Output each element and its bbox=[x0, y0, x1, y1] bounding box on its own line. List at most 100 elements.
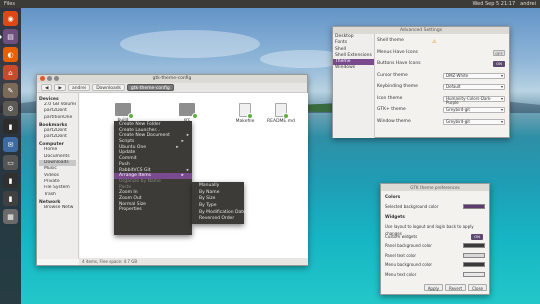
window-title-bar[interactable]: gtk-theme-config bbox=[37, 75, 307, 83]
setting-label: Icon theme bbox=[377, 95, 403, 101]
store-icon[interactable]: ⌂ bbox=[3, 65, 18, 80]
close-icon[interactable] bbox=[40, 76, 45, 81]
sync-status-icon bbox=[128, 113, 134, 119]
menu-item-label: Properties bbox=[119, 207, 142, 213]
chevron-right-icon: ▸ bbox=[181, 139, 184, 145]
breadcrumb-current[interactable]: gtk-theme-config bbox=[126, 84, 174, 91]
color-swatch-button[interactable] bbox=[463, 262, 485, 267]
file-item[interactable]: src bbox=[172, 103, 202, 123]
setting-toggle[interactable]: ON bbox=[493, 61, 505, 67]
pref-label: Menu text color bbox=[385, 271, 417, 277]
breadcrumb-home[interactable]: andrei bbox=[67, 84, 91, 91]
mail-icon[interactable]: ✉ bbox=[3, 137, 18, 152]
active-app-title: Files bbox=[4, 1, 15, 7]
system-icon[interactable]: ▦ bbox=[3, 209, 18, 224]
custom-widgets-toggle[interactable]: ON bbox=[471, 233, 483, 240]
clock-indicator[interactable]: Wed Sep 5 21:17 bbox=[472, 1, 515, 7]
menu-item-label: Scripts bbox=[119, 139, 135, 145]
setting-label: Shell theme bbox=[377, 38, 404, 43]
setting-dropdown[interactable]: DMZ-White bbox=[443, 72, 505, 79]
sidebar-item[interactable]: Browse Netw bbox=[39, 205, 76, 211]
settings-row: Icon theme Humanity-Colors-Dark-Purple bbox=[377, 95, 509, 105]
text-editor-icon[interactable]: ✎ bbox=[3, 83, 18, 98]
apply-button[interactable]: Apply bbox=[423, 284, 443, 291]
sidebar-item[interactable]: part2Dont bbox=[39, 134, 76, 140]
launcher: ◉ ▤ ◐ ⌂ ✎ ⚙ ▮ ✉ ▭ ▮ ▮ ▦ bbox=[0, 8, 21, 304]
menu-item-label: Create Launcher... bbox=[119, 127, 161, 133]
firefox-icon[interactable]: ◐ bbox=[3, 47, 18, 62]
ubuntu-icon[interactable]: ◉ bbox=[3, 11, 18, 26]
pref-row: Panel background color bbox=[385, 242, 487, 249]
sidebar-item[interactable]: partitionOne bbox=[39, 115, 76, 121]
document-icon bbox=[239, 103, 253, 119]
setting-label: Window theme bbox=[377, 118, 411, 124]
folder-icon bbox=[179, 103, 198, 119]
file-name: README.md bbox=[267, 119, 295, 124]
user-indicator[interactable]: andrei bbox=[520, 1, 536, 7]
window-title[interactable]: Advanced Settings bbox=[333, 27, 509, 34]
sidebar-item[interactable]: Trash bbox=[39, 192, 76, 198]
pref-row: Menu text color bbox=[385, 271, 487, 278]
setting-toggle[interactable]: OFF bbox=[493, 49, 505, 56]
breadcrumb-downloads[interactable]: Downloads bbox=[92, 84, 125, 91]
arrange-items-submenu: Manually By Name By Size By Type By Modifica… bbox=[192, 182, 246, 224]
folder-icon bbox=[115, 103, 134, 119]
sync-status-icon bbox=[192, 113, 198, 119]
file-name: Makefile bbox=[235, 119, 255, 124]
submenu-item[interactable]: Manually bbox=[192, 183, 244, 190]
pref-row: Menu background color bbox=[385, 261, 487, 268]
color-swatch-button[interactable] bbox=[463, 252, 485, 258]
cloud bbox=[120, 30, 260, 58]
terminal-icon[interactable]: ▮ bbox=[3, 191, 18, 206]
pref-row: Selected background color bbox=[385, 203, 487, 210]
gtk-theme-preferences-window: GTK theme preferences Apply Revert Close C… bbox=[380, 183, 490, 295]
pref-label: Custom widgets bbox=[385, 233, 418, 239]
color-swatch-button[interactable] bbox=[463, 204, 485, 209]
menu-item-label: Zoom In bbox=[119, 190, 138, 196]
maximize-icon[interactable] bbox=[54, 76, 59, 81]
setting-dropdown[interactable]: Greybird-git bbox=[443, 118, 505, 125]
pref-row: Use layout to logout and login back to a… bbox=[385, 223, 487, 236]
advanced-settings-window: Advanced Settings Desktop Fonts Shell Shell… bbox=[332, 26, 510, 138]
settings-row: GTK+ theme Greybird-git bbox=[377, 106, 509, 114]
pref-row: Panel text color bbox=[385, 252, 487, 259]
minimize-icon[interactable] bbox=[47, 76, 52, 81]
close-button[interactable]: Close bbox=[468, 284, 487, 291]
settings-row: Shell theme ⚠ bbox=[377, 37, 509, 45]
submenu-item[interactable]: Reversed Order bbox=[192, 216, 244, 223]
pref-section-header: Widgets bbox=[385, 215, 405, 220]
file-item[interactable]: build bbox=[108, 103, 138, 123]
window-title[interactable]: GTK theme preferences bbox=[381, 184, 489, 191]
revert-button[interactable]: Revert bbox=[444, 284, 467, 291]
settings-row: Cursor theme DMZ-White bbox=[377, 72, 509, 80]
chevron-right-icon: ▸ bbox=[186, 133, 189, 139]
setting-dropdown[interactable]: Humanity-Colors-Dark-Purple bbox=[443, 95, 505, 105]
context-menu: Create New Folder Create Launcher... Creat… bbox=[114, 121, 192, 235]
menu-item-label: Commit bbox=[119, 156, 137, 162]
submenu-item[interactable]: By Type bbox=[192, 203, 244, 210]
terminal-icon[interactable]: ▮ bbox=[3, 173, 18, 188]
terminal-icon[interactable]: ▮ bbox=[3, 119, 18, 134]
menu-item-label: Arrange Items bbox=[119, 173, 151, 179]
setting-dropdown[interactable]: Greybird-git bbox=[443, 107, 505, 113]
forward-button[interactable]: ▶ bbox=[54, 84, 66, 91]
settings-category[interactable]: Windows bbox=[333, 65, 374, 71]
color-swatch-button[interactable] bbox=[463, 243, 485, 248]
chevron-right-icon: ▸ bbox=[186, 167, 189, 173]
location-toolbar: ◀ ▶ andrei Downloads gtk-theme-config bbox=[37, 83, 307, 93]
monitor-icon[interactable]: ▭ bbox=[3, 155, 18, 170]
pref-label: Panel text color bbox=[385, 252, 417, 258]
color-swatch-button[interactable] bbox=[463, 271, 485, 277]
settings-row: Buttons Have Icons ON bbox=[377, 60, 509, 68]
setting-dropdown[interactable]: Default bbox=[443, 84, 505, 90]
menu-item-label: RabbitVCS Git bbox=[119, 167, 151, 173]
files-icon[interactable]: ▤ bbox=[0, 29, 18, 44]
back-button[interactable]: ◀ bbox=[41, 84, 53, 91]
settings-icon[interactable]: ⚙ bbox=[3, 101, 18, 116]
status-bar: 4 items, Free space: 4.7 GB bbox=[79, 258, 308, 265]
menu-item-label: Ubuntu One bbox=[119, 144, 147, 150]
file-item[interactable]: Makefile bbox=[230, 103, 260, 124]
file-item[interactable]: README.md bbox=[266, 103, 296, 124]
sync-status-icon bbox=[247, 113, 253, 119]
context-menu-item[interactable]: Properties bbox=[114, 207, 192, 213]
